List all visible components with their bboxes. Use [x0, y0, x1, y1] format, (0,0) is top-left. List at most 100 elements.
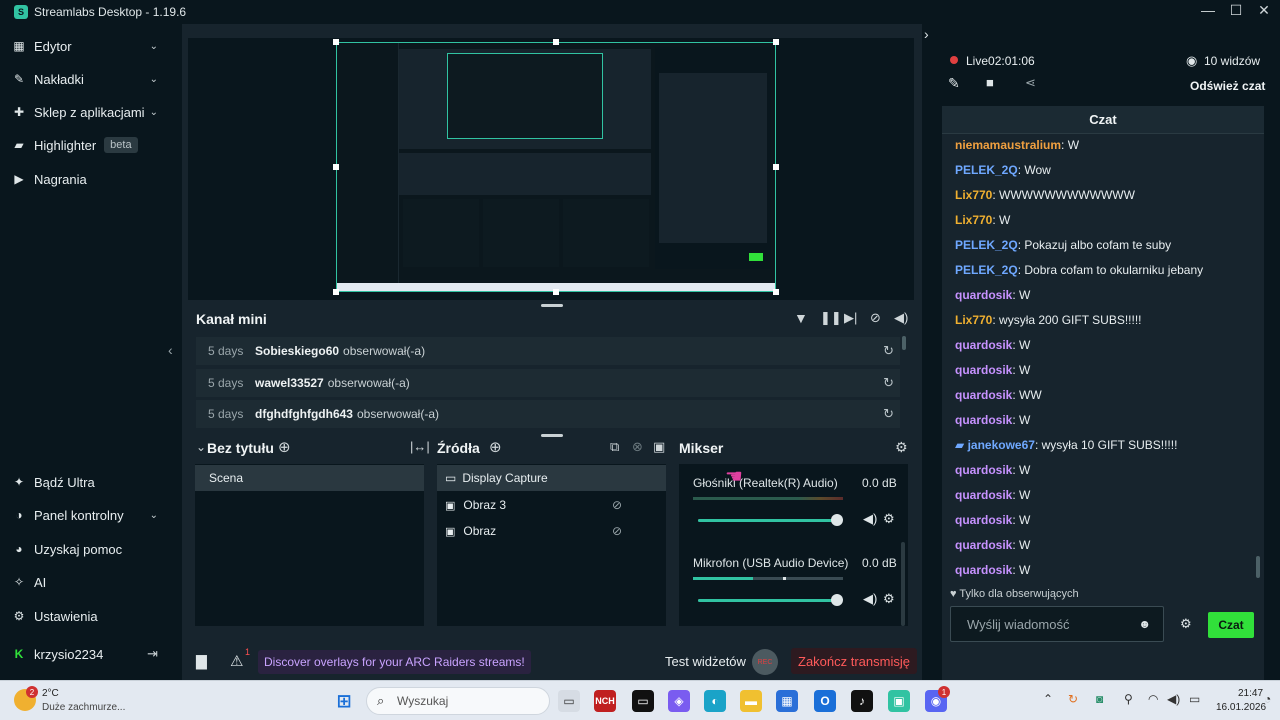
battery-icon[interactable]: ▭: [1189, 692, 1200, 706]
sidebar-item-dashboard[interactable]: ◑ Panel kontrolny ⌄: [12, 503, 172, 527]
chat-username[interactable]: quardosik: [955, 463, 1012, 477]
streamlabs-app-icon[interactable]: ▣: [888, 690, 910, 712]
chat-username[interactable]: Lix770: [955, 213, 992, 227]
filter-icon[interactable]: ▼: [794, 310, 808, 326]
chat-username[interactable]: quardosik: [955, 538, 1012, 552]
pause-icon[interactable]: ❚❚: [820, 310, 842, 326]
chat-username[interactable]: quardosik: [955, 513, 1012, 527]
chat-username[interactable]: quardosik: [955, 563, 1012, 577]
sidebar-item-recordings[interactable]: ▶ Nagrania: [12, 167, 172, 191]
resize-handle[interactable]: [773, 164, 779, 170]
refresh-chat-button[interactable]: Odśwież czat: [1190, 79, 1265, 93]
volume-slider-knob[interactable]: [831, 594, 844, 606]
speaker-icon[interactable]: ◀): [863, 511, 877, 527]
user-profile[interactable]: K krzysio2234 ⇥: [12, 642, 172, 666]
stats-icon[interactable]: ▇: [196, 653, 207, 670]
sidebar-item-ultra[interactable]: ✦ Bądź Ultra: [12, 470, 172, 494]
sidebar-item-ai[interactable]: ✧ AI: [12, 570, 172, 594]
hidden-eye-icon[interactable]: ⊘: [612, 524, 622, 538]
resize-handle[interactable]: [333, 289, 339, 295]
chat-username[interactable]: quardosik: [955, 488, 1012, 502]
sidebar-item-overlays[interactable]: ✎ Nakładki ⌄: [12, 67, 172, 91]
add-scene-icon[interactable]: ⊕: [278, 438, 291, 456]
resize-divider[interactable]: [541, 434, 563, 437]
volume-slider[interactable]: [698, 594, 844, 606]
skip-icon[interactable]: ▶|: [844, 310, 857, 326]
repeat-alert-icon[interactable]: ↻: [883, 343, 894, 359]
sidebar-item-editor[interactable]: ▦ Edytor ⌄: [12, 34, 172, 58]
sidebar-item-highlighter[interactable]: ▰ Highlighter beta: [12, 133, 172, 157]
microphone-icon[interactable]: ⚲: [1124, 692, 1133, 706]
tiktok-icon[interactable]: ♪: [851, 690, 873, 712]
folder-add-icon[interactable]: ▣: [653, 439, 665, 455]
chat-username[interactable]: quardosik: [955, 388, 1012, 402]
chat-username[interactable]: PELEK_2Q: [955, 163, 1018, 177]
mute-alerts-icon[interactable]: ⊘: [870, 310, 881, 326]
resize-divider[interactable]: [541, 304, 563, 307]
scene-transition-icon[interactable]: |↔|: [410, 439, 430, 454]
group-icon[interactable]: ⊗: [632, 439, 643, 455]
source-item[interactable]: ▣ Obraz 3 ⊘: [437, 492, 666, 518]
wifi-icon[interactable]: ◠: [1148, 692, 1158, 706]
clock-time[interactable]: 21:47: [1238, 688, 1263, 699]
alert-icon[interactable]: ⚠: [230, 652, 243, 670]
stream-preview[interactable]: [336, 42, 776, 292]
copilot-icon[interactable]: ◈: [668, 690, 690, 712]
chevron-down-icon[interactable]: ⌄: [196, 440, 206, 454]
clip-camera-icon[interactable]: ■: [986, 75, 994, 90]
minimize-button[interactable]: —: [1198, 2, 1218, 18]
record-button[interactable]: REC: [752, 649, 778, 675]
edge-icon[interactable]: ◐: [704, 690, 726, 712]
channel-settings-icon[interactable]: ⚙: [883, 591, 895, 607]
sidebar-item-settings[interactable]: ⚙ Ustawienia: [12, 604, 172, 628]
chat-settings-icon[interactable]: ⚙: [1180, 616, 1192, 632]
tray-chevron-icon[interactable]: ⌃: [1043, 692, 1053, 706]
close-button[interactable]: ✕: [1254, 2, 1274, 19]
notifications-icon[interactable]: ◔: [1264, 692, 1271, 706]
task-view-icon[interactable]: ▭: [558, 690, 580, 712]
mixer-settings-icon[interactable]: ⚙: [895, 439, 908, 456]
volume-slider[interactable]: [698, 514, 844, 526]
mixer-scrollbar[interactable]: [901, 542, 905, 626]
chat-username[interactable]: janekowe67: [968, 438, 1035, 452]
chat-username[interactable]: quardosik: [955, 288, 1012, 302]
end-stream-button[interactable]: Zakończ transmisję: [791, 648, 917, 674]
resize-handle[interactable]: [553, 289, 559, 295]
chat-send-button[interactable]: Czat: [1208, 612, 1254, 638]
logout-icon[interactable]: ⇥: [147, 646, 158, 662]
resize-handle[interactable]: [553, 39, 559, 45]
nch-app-icon[interactable]: NCH: [594, 690, 616, 712]
resize-handle[interactable]: [333, 39, 339, 45]
channel-settings-icon[interactable]: ⚙: [883, 511, 895, 527]
chat-username[interactable]: quardosik: [955, 413, 1012, 427]
chat-username[interactable]: Lix770: [955, 188, 992, 202]
feed-scrollbar[interactable]: [902, 336, 906, 350]
chat-username[interactable]: PELEK_2Q: [955, 263, 1018, 277]
hidden-eye-icon[interactable]: ⊘: [612, 498, 622, 512]
tray-sync-icon[interactable]: ↻: [1068, 692, 1078, 706]
sidebar-item-help[interactable]: ◕ Uzyskaj pomoc: [12, 537, 172, 561]
chat-username[interactable]: PELEK_2Q: [955, 238, 1018, 252]
chat-username[interactable]: quardosik: [955, 363, 1012, 377]
windows-start-icon[interactable]: ⊞: [333, 690, 355, 712]
taskbar-search[interactable]: ⌕ Wyszukaj: [366, 687, 550, 715]
emoji-icon[interactable]: ☻: [1138, 617, 1151, 631]
repeat-alert-icon[interactable]: ↻: [883, 375, 894, 391]
repeat-alert-icon[interactable]: ↻: [883, 406, 894, 422]
chat-message-input[interactable]: Wyślij wiadomość ☻: [950, 606, 1164, 642]
resize-handle[interactable]: [333, 164, 339, 170]
discover-overlays-banner[interactable]: Discover overlays for your ARC Raiders s…: [258, 650, 531, 674]
collapse-left-icon[interactable]: ‹: [168, 342, 173, 358]
maximize-button[interactable]: ☐: [1226, 2, 1246, 19]
source-item[interactable]: ▭ Display Capture: [437, 465, 666, 491]
chat-scrollbar[interactable]: [1256, 556, 1260, 578]
add-source-icon[interactable]: ⊕: [489, 438, 502, 456]
chat-username[interactable]: quardosik: [955, 338, 1012, 352]
share-icon[interactable]: ⋖: [1025, 75, 1036, 91]
studio-mode-icon[interactable]: ⧉: [610, 439, 619, 455]
chat-username[interactable]: Lix770: [955, 313, 992, 327]
test-widgets-button[interactable]: Test widżetów: [665, 654, 746, 669]
volume-slider-knob[interactable]: [831, 514, 844, 526]
volume-icon[interactable]: ◀): [894, 310, 908, 326]
speaker-icon[interactable]: ◀): [863, 591, 877, 607]
